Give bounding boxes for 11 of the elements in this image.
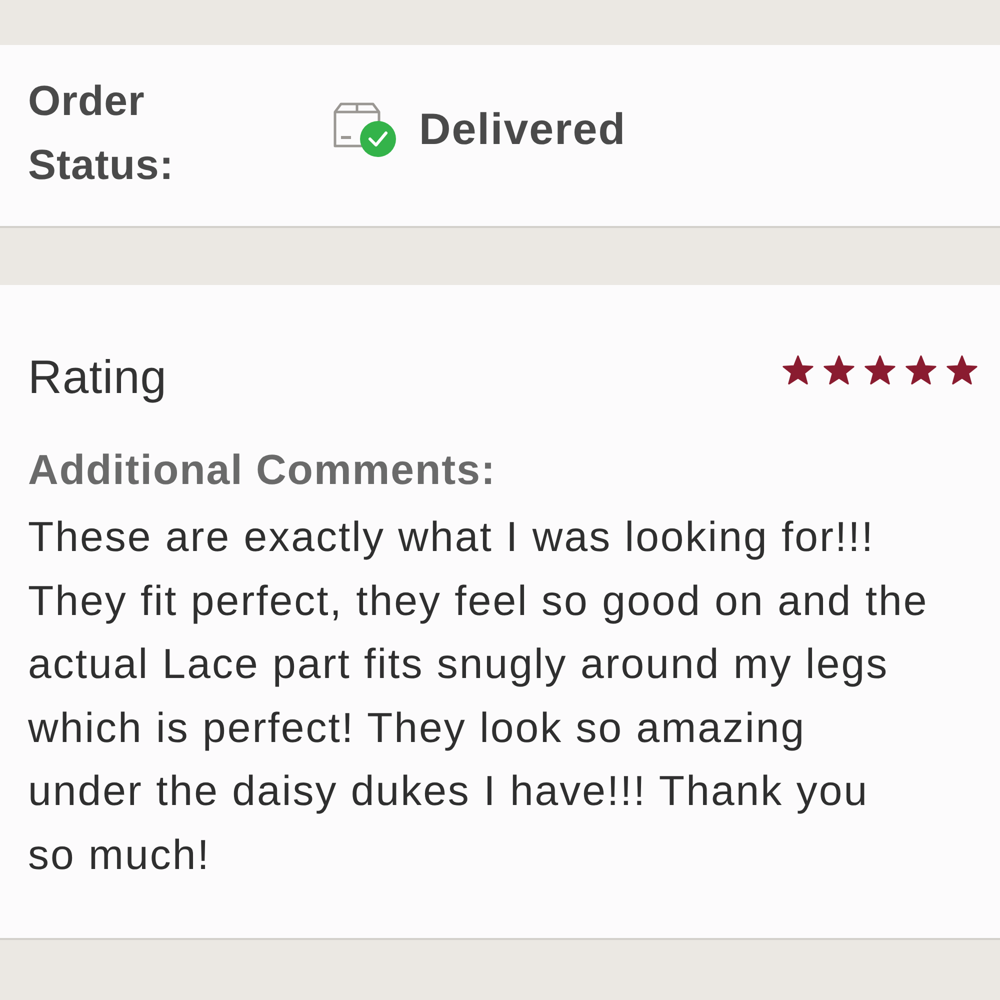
rating-label: Rating [28,349,167,405]
status-label: Order Status: [28,76,174,190]
star-icon [864,354,896,386]
package-check-icon [333,102,397,158]
status-value: Delivered [419,105,626,155]
comments-label: Additional Comments: [28,445,497,495]
star-icon [905,354,937,386]
star-icon [823,354,855,386]
review-text: These are exactly what I was looking for!!! They fit perfect, they feel so good on and the actual Lace part fits snugly around my legs which is perfect! They look so amazing under the daisy dukes I have!!! Thank you so much! [28,512,929,880]
star-icon [782,354,814,386]
star-icon [946,354,978,386]
